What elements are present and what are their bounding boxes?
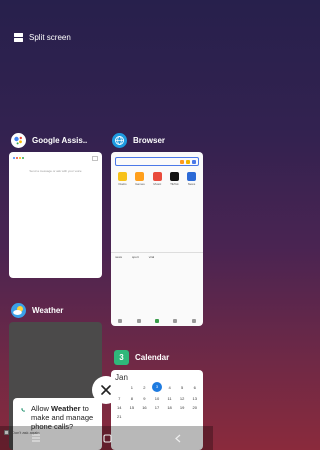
app-header-browser: Browser: [112, 133, 165, 148]
close-all-button[interactable]: [92, 376, 120, 404]
app-title-browser: Browser: [133, 136, 166, 145]
app-title-weather: Weather: [32, 306, 64, 315]
split-screen-icon: [14, 33, 23, 42]
browser-tab: news: [115, 255, 123, 259]
browser-tab: viral: [148, 255, 155, 259]
calendar-day: 5: [181, 385, 184, 390]
calendar-day: 1: [130, 385, 133, 390]
browser-search-bar: [115, 157, 199, 166]
calendar-day: 9: [143, 396, 146, 401]
system-navbar: [0, 426, 213, 450]
app-title-calendar: Calendar: [135, 353, 170, 362]
calendar-day: 6: [193, 385, 196, 390]
split-screen-button[interactable]: Split screen: [14, 33, 71, 42]
calendar-day: 20: [192, 405, 197, 410]
app-header-weather: Weather: [11, 303, 63, 318]
calendar-day: 15: [129, 405, 135, 410]
browser-shortcut: News: [186, 172, 196, 186]
browser-shortcut: TikTok: [169, 172, 179, 186]
app-header-calendar: 3 Calendar: [114, 350, 169, 365]
calendar-day: 17: [154, 405, 160, 410]
browser-tab: sport: [132, 255, 139, 259]
weather-icon: [11, 303, 26, 318]
browser-icon: [112, 133, 127, 148]
menu-icon[interactable]: [31, 434, 41, 442]
app-header-assistant: Google Assis..: [11, 133, 87, 148]
assistant-hint: Send a message or ask with your voice: [29, 169, 82, 173]
browser-tabs: news sport viral: [111, 252, 203, 261]
calendar-day: 12: [179, 396, 185, 401]
calendar-day: 19: [179, 405, 185, 410]
app-card-browser[interactable]: Fkebs Games Music TikTok News news sport…: [111, 152, 203, 326]
home-icon[interactable]: [103, 433, 112, 443]
browser-shortcut: Music: [152, 172, 162, 186]
app-card-assistant[interactable]: Send a message or ask with your voice: [9, 152, 102, 278]
app-title-assistant: Google Assis..: [32, 136, 88, 145]
phone-icon: [21, 408, 25, 412]
calendar-day: 11: [167, 396, 172, 401]
assistant-logo-icon: [13, 157, 24, 159]
calendar-day: 4: [168, 385, 171, 390]
inbox-icon: [92, 155, 98, 161]
browser-shortcut: Games: [135, 172, 145, 186]
browser-shortcut: Fkebs: [118, 172, 128, 186]
calendar-icon: 3: [114, 350, 129, 365]
calendar-day: 18: [167, 405, 172, 410]
calendar-day: 16: [142, 405, 147, 410]
calendar-day: 3: [151, 382, 162, 392]
google-assistant-icon: [11, 133, 26, 148]
calendar-day: 14: [117, 405, 122, 410]
calendar-day: 21: [117, 414, 122, 419]
calendar-grid: 1 2 3 4 5 6 7 8 9 10 11 12 13 14 15 16 17 18 19 20 21: [111, 382, 203, 419]
back-icon[interactable]: [174, 434, 182, 443]
calendar-day: 8: [130, 396, 133, 401]
calendar-month: Jan: [115, 373, 128, 382]
calendar-day: 2: [143, 385, 146, 390]
browser-bottom-nav: [111, 319, 203, 323]
split-screen-label: Split screen: [29, 33, 71, 42]
close-icon: [101, 385, 111, 395]
calendar-day: 10: [154, 396, 160, 401]
calendar-day: 13: [192, 396, 197, 401]
